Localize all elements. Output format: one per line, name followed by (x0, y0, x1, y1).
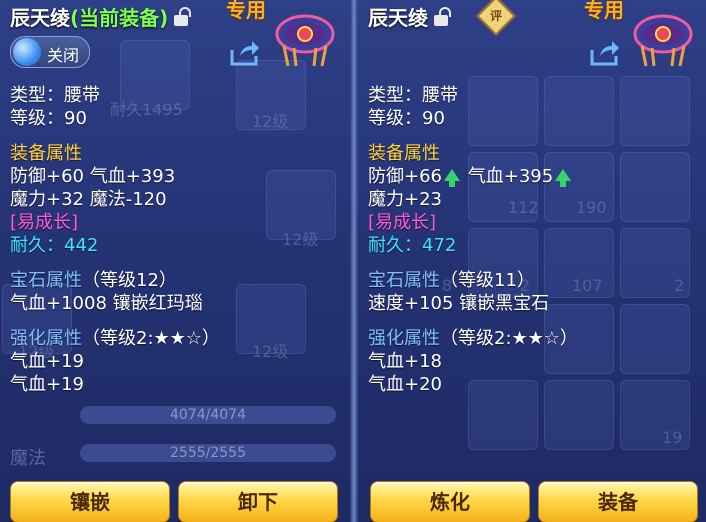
mp-bar: 2555/2555 (80, 444, 336, 462)
share-icon[interactable] (230, 40, 260, 66)
enhance-attr-header: 强化属性 (368, 328, 440, 349)
unequip-button[interactable]: 卸下 (178, 481, 338, 522)
rate-badge[interactable]: 评 (476, 0, 516, 36)
upgrade-arrow-icon (555, 169, 572, 187)
item-name: 辰天绫 (368, 6, 428, 30)
equip-button[interactable]: 装备 (538, 481, 698, 522)
item-stats: 类型：腰带 等级：90 装备属性 防御+60 气血+393 魔力+32 魔法-1… (10, 84, 344, 396)
gem-level: （等级11） (440, 270, 535, 291)
item-name: 辰天绫 (10, 6, 70, 30)
durability-value: 472 (422, 235, 457, 256)
refine-button[interactable]: 炼化 (370, 481, 530, 522)
current-equipment-panel: 耐久1495 12级 12级 12级 12级 4074/4074 魔法 2555… (0, 0, 350, 522)
durability-label: 耐久： (368, 235, 422, 256)
belt-item-icon (275, 14, 335, 67)
exclusive-tag: 专用 (226, 0, 266, 22)
enhance-level: （等级2:★★☆） (82, 328, 220, 349)
belt-item-icon (633, 14, 693, 67)
hp-stat: 气血+395 (467, 166, 554, 187)
toggle-knob (13, 38, 41, 66)
item-stats: 类型：腰带 等级：90 装备属性 防御+66 气血+395 魔力+23 [易成长… (368, 84, 700, 396)
gem-attr-header: 宝石属性 (368, 270, 440, 291)
enhance-attr-line: 气血+20 (368, 374, 442, 395)
enhance-attr-line: 气血+18 (368, 351, 442, 372)
growth-tag: [易成长] (368, 212, 437, 233)
enhance-attr-line: 气血+19 (10, 351, 84, 372)
compare-item-panel: 112 190 8 2 107 2 19 辰天绫 评 专用 类型：腰带 等级：9… (358, 0, 706, 522)
item-level: 等级：90 (368, 108, 445, 129)
gem-attr-line: 速度+105 镶嵌黑宝石 (368, 293, 550, 314)
durability-value: 442 (64, 235, 99, 256)
durability-label: 耐久： (10, 235, 64, 256)
compare-toggle[interactable]: 关闭 (10, 36, 90, 68)
equip-attr-line: 防御+66 气血+395 (368, 165, 700, 188)
equip-attr-line: 魔力+23 (368, 189, 442, 210)
exclusive-tag: 专用 (584, 0, 624, 22)
hp-bar: 4074/4074 (80, 406, 336, 424)
growth-tag: [易成长] (10, 212, 79, 233)
upgrade-arrow-icon (444, 169, 460, 187)
panel-divider (350, 0, 358, 522)
item-title: 辰天绫 (368, 2, 451, 31)
unlock-icon[interactable] (434, 7, 451, 26)
gem-level: （等级12） (82, 270, 177, 291)
enhance-attr-line: 气血+19 (10, 374, 84, 395)
enhance-level: （等级2:★★☆） (440, 328, 578, 349)
gem-attr-header: 宝石属性 (10, 270, 82, 291)
item-type: 类型：腰带 (368, 85, 458, 106)
mp-label: 魔法 (10, 448, 46, 469)
durability: 耐久：472 (368, 234, 700, 257)
equip-attr-line: 防御+60 气血+393 (10, 166, 176, 187)
unlock-icon[interactable] (174, 7, 192, 26)
inlay-button[interactable]: 镶嵌 (10, 481, 170, 522)
item-title: 辰天绫(当前装备) (10, 2, 192, 31)
item-level: 等级：90 (10, 108, 87, 129)
equip-attr-header: 装备属性 (10, 143, 82, 164)
equip-attr-header: 装备属性 (368, 143, 440, 164)
durability: 耐久：442 (10, 234, 344, 257)
rate-badge-label: 评 (489, 9, 502, 23)
equip-attr-line: 魔力+32 魔法-120 (10, 189, 167, 210)
defense-stat: 防御+66 (368, 166, 442, 187)
equipped-label: (当前装备) (70, 6, 169, 30)
item-type: 类型：腰带 (10, 85, 100, 106)
gem-attr-line: 气血+1008 镶嵌红玛瑙 (10, 293, 203, 314)
share-icon[interactable] (590, 40, 620, 66)
background-text: 19 (662, 428, 683, 447)
toggle-label: 关闭 (47, 46, 80, 65)
enhance-attr-header: 强化属性 (10, 328, 82, 349)
